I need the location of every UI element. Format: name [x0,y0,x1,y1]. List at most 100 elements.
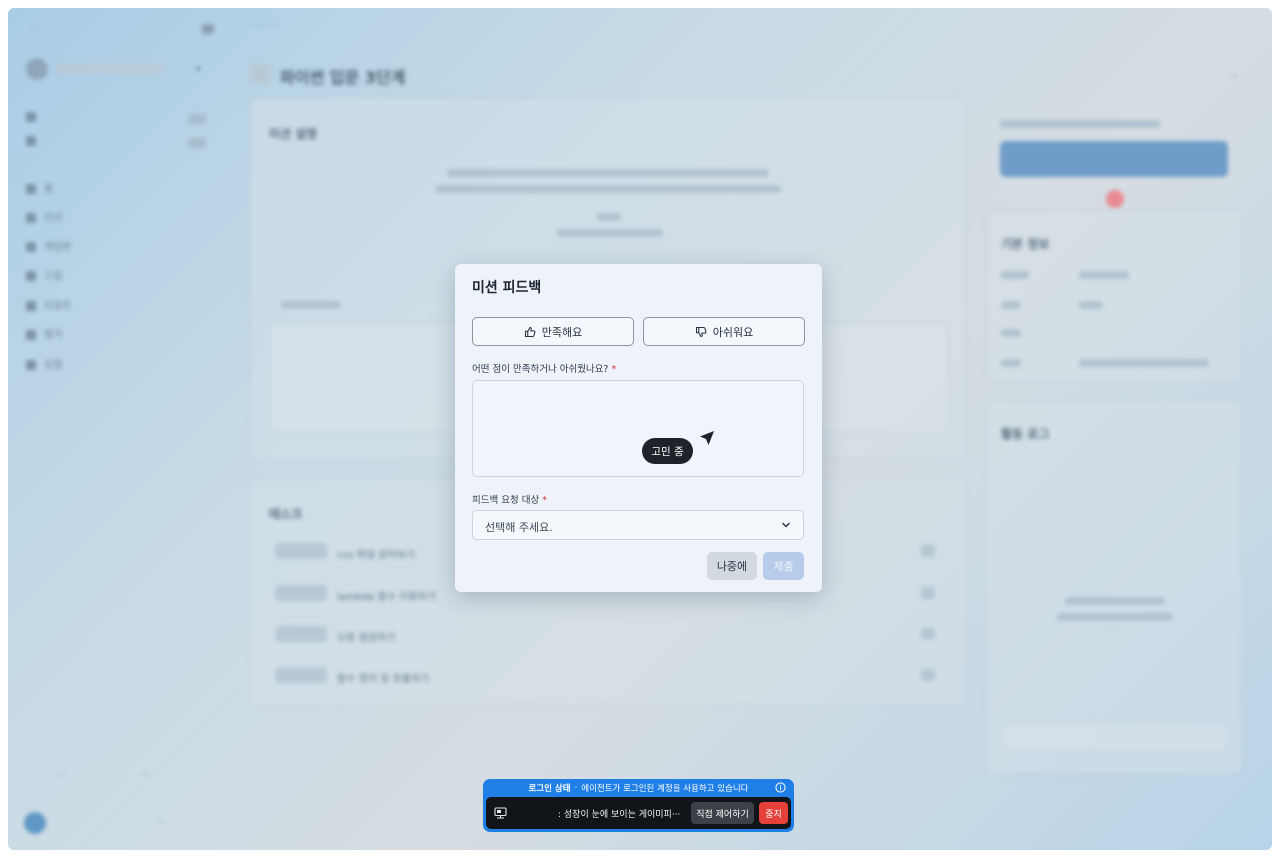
breadcrumb: ··· › ··· [250,22,277,32]
skill-icon [26,271,36,281]
sidebar-badge [188,114,206,124]
notification-dot [1106,190,1124,208]
sidebar-item-report: 리포트 [26,297,206,313]
sidebar-item-mission: 미션 [26,209,206,225]
task-tag [275,543,327,559]
card-title: 활동 로그 [1001,427,1050,441]
info-value [1079,359,1209,367]
info-key [1001,301,1021,309]
info-key [1001,329,1021,337]
activity-log-card: 활동 로그 [986,400,1242,774]
sidebar: ··· ▾ 홈 미션 게임판 스킬 리포트 평가 상점 ··· ··· ··· [8,8,222,850]
empty-state-line [1065,597,1165,605]
satisfied-label: 만족해요 [541,325,583,339]
task-text: 함수 정의 및 호출하기 [337,674,430,685]
page-title: 파이썬 입문 3단계 [280,68,406,87]
pin-icon [26,112,36,122]
take-control-button[interactable]: 직접 제어하기 [691,802,754,824]
mission-feedback-dialog: 미션 피드백 만족해요 아쉬워요 어떤 점이 만족하거나 아쉬웠나요? * 피드… [455,264,822,592]
pin-icon [26,136,36,146]
workspace-avatar [26,58,48,80]
task-status [921,587,935,599]
sidebar-item-pinned-2 [26,136,206,152]
select-placeholder: 선택해 주세요. [485,521,553,534]
thinking-indicator: 고민 중 [642,438,693,464]
chevron-down-icon: ⌄ [1230,70,1239,81]
workspace-name [56,63,166,75]
primary-cta-button [1000,141,1228,177]
report-icon [26,301,36,311]
thumbs-down-icon [695,326,707,337]
feedback-textarea[interactable] [472,380,804,477]
sidebar-footer: ··· [156,818,165,828]
info-value [1079,271,1129,279]
description-line [447,169,769,177]
info-value [1079,301,1103,309]
info-key [1001,271,1029,279]
agent-control-bar: 로그인 상태 · 에이전트가 로그인된 계정을 사용하고 있습니다 : 성장이 … [483,779,794,832]
sidebar-item-label: 평가 [44,330,63,341]
comment-input [1001,723,1229,751]
board-icon [26,242,36,252]
task-text: 오류 점검하기 [337,633,396,644]
agent-activity-panel: : 성장이 눈에 보이는 게이미피··· 직접 제어하기 중지 [486,797,791,829]
task-tag [275,626,327,642]
description-line [557,229,663,237]
task-row: 오류 점검하기 [275,626,935,644]
right-hint-line [1000,120,1160,128]
sidebar-item-home: 홈 [26,180,206,196]
target-icon [26,213,36,223]
dialog-title: 미션 피드백 [472,280,542,296]
description-line [597,213,621,221]
chevron-down-icon: ▾ [196,64,202,75]
sidebar-item-shop: 상점 [26,356,206,372]
sidebar-item-label: 리포트 [44,301,72,312]
sidebar-item-label: 상점 [44,360,63,371]
cart-icon [26,360,36,370]
submit-button[interactable]: 제출 [763,552,804,580]
satisfied-button[interactable]: 만족해요 [472,317,634,346]
chevron-down-icon [782,522,790,528]
sidebar-bottom-link: ··· [56,770,66,781]
sidebar-item-label: 홈 [44,184,54,195]
back-button [250,64,270,84]
task-row: 함수 정의 및 호출하기 [275,667,935,685]
sidebar-item-label: 게임판 [44,242,72,253]
disappointed-label: 아쉬워요 [712,325,754,339]
target-label-text: 피드백 요청 대상 [472,495,540,506]
stop-button[interactable]: 중지 [759,802,788,824]
info-key [1001,359,1021,367]
card-title: 기본 정보 [1001,237,1050,251]
target-label: 피드백 요청 대상 * [472,492,547,506]
login-status-title: 로그인 상태 [528,783,571,794]
disappointed-button[interactable]: 아쉬워요 [643,317,805,346]
thumbs-up-icon [524,326,536,337]
later-button[interactable]: 나중에 [707,552,757,580]
info-icon[interactable] [775,782,786,793]
description-line [435,185,781,193]
question-label-text: 어떤 점이 만족하거나 아쉬웠나요? [472,364,609,375]
sidebar-badge [188,138,206,148]
question-label: 어떤 점이 만족하거나 아쉬웠나요? * [472,361,616,375]
login-status-banner: 로그인 상태 · 에이전트가 로그인된 계정을 사용하고 있습니다 [483,779,794,796]
sidebar-item-evaluation: 평가 [26,326,206,342]
home-icon [26,184,36,194]
agent-activity-text: : 성장이 눈에 보이는 게이미피··· [558,810,681,820]
workspace-switcher: ▾ [26,58,206,82]
task-tag [275,585,327,601]
mouse-cursor-icon [700,431,714,445]
required-marker: * [542,495,548,506]
task-tag [275,667,327,683]
sidebar-item-label: 미션 [44,213,63,224]
sidebar-item-board: 게임판 [26,238,206,254]
card-title: 태스크 [269,507,303,521]
task-text: cvs 파일 읽어보기 [337,550,416,561]
sidebar-bottom-link: ··· [140,770,150,781]
task-status [921,669,935,681]
feedback-target-select[interactable]: 선택해 주세요. [472,510,804,540]
sidebar-item-skill: 스킬 [26,267,206,283]
sidebar-brand: ··· [30,24,40,35]
card-title: 미션 설명 [269,127,318,141]
section-label [281,301,341,309]
required-marker: * [611,364,617,375]
